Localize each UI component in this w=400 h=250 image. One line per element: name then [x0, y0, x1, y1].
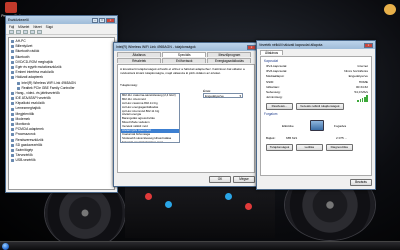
- device-category-icon: [17, 86, 20, 90]
- device-category-icon: [11, 71, 14, 75]
- tab-item[interactable]: Illesztőprogram: [207, 52, 252, 57]
- menu-file[interactable]: Fájl: [9, 25, 14, 29]
- device-category-icon: [11, 40, 14, 44]
- device-category-icon: [11, 66, 14, 70]
- device-category-icon: [11, 123, 14, 127]
- toolbar: [6, 29, 117, 35]
- device-category-icon: [17, 81, 20, 85]
- tree-item[interactable]: USB-vezérlők: [11, 158, 112, 163]
- close-dialog-button[interactable]: Bezárás: [350, 179, 372, 186]
- disable-button[interactable]: Letiltás: [295, 144, 323, 152]
- sent-label: Elküldve: [282, 124, 294, 129]
- start-button[interactable]: [2, 243, 9, 250]
- device-category-icon: [11, 149, 14, 153]
- taskbar: [0, 241, 400, 250]
- tab-item[interactable]: Erőforrások: [162, 58, 207, 63]
- menu-view[interactable]: Nézet: [33, 25, 41, 29]
- scan-hardware-icon[interactable]: [37, 29, 42, 34]
- activity-heading: Forgalom: [264, 112, 278, 117]
- signal-strength-icon: [357, 95, 368, 103]
- tab-strip: Általános Speciális Illesztőprogram Részlet…: [114, 51, 258, 63]
- device-tree[interactable]: AH-PC Billentyűzet Bluetooth rádiók Bluetoo…: [8, 37, 115, 190]
- received-label: Fogadva: [334, 124, 347, 129]
- wireless-status-window[interactable]: Vezeték nélküli hálózati kapcsolat állap…: [256, 40, 376, 190]
- property-list-item[interactable]: Fokozott energiatakarékos mód: [121, 140, 179, 142]
- close-button[interactable]: ×: [106, 17, 115, 23]
- gadget-icon: [384, 4, 396, 15]
- device-category-icon: [11, 50, 14, 54]
- tab-general[interactable]: Általános: [260, 50, 284, 55]
- device-category-icon: [11, 128, 14, 132]
- tab-item[interactable]: Energiagazdálkodás: [207, 58, 252, 63]
- forward-icon[interactable]: [16, 29, 21, 34]
- status-panel: Kapcsolat IPv4-kapcsolat: Internet IPv6-ka…: [260, 56, 372, 176]
- app-icon: [5, 2, 17, 13]
- bytes-label: Bájtok:: [266, 136, 276, 141]
- tab-description: A következő tulajdonságok érhetők el ehh…: [120, 67, 245, 75]
- device-category-icon: [11, 138, 14, 142]
- device-category-icon: [11, 91, 14, 95]
- device-category-icon: [11, 55, 14, 59]
- adapter-properties-dialog[interactable]: Intel(R) Wireless WiFi Link 4965AGN - tu…: [113, 42, 259, 187]
- tree-item-label: USB-vezérlők: [15, 158, 36, 163]
- property-label: Tulajdonság:: [120, 83, 138, 87]
- device-category-icon: [11, 60, 14, 64]
- received-bytes: 2 075 ...: [336, 136, 348, 141]
- device-category-icon: [11, 107, 14, 111]
- cancel-button[interactable]: Mégse: [233, 176, 255, 183]
- close-button[interactable]: ×: [247, 44, 256, 50]
- device-category-icon: [11, 159, 14, 163]
- sent-bytes: 685 621: [286, 136, 298, 141]
- details-button[interactable]: Részletek...: [266, 103, 293, 111]
- device-category-icon: [11, 45, 14, 49]
- properties-icon[interactable]: [23, 29, 28, 34]
- title-bar[interactable]: Vezeték nélküli hálózati kapcsolat állap…: [257, 41, 375, 49]
- tab-item[interactable]: Speciális: [162, 52, 207, 57]
- close-button[interactable]: ×: [364, 42, 373, 48]
- desktop-icon-gadget[interactable]: [380, 4, 400, 16]
- device-category-icon: [11, 117, 14, 121]
- menu-help[interactable]: Súgó: [46, 25, 53, 29]
- tab-item[interactable]: Általános: [117, 52, 162, 57]
- diagnose-button[interactable]: Diagnosztika: [325, 144, 353, 152]
- activity-section: Elküldve Fogadva Bájtok: 685 621 2 075 .…: [264, 118, 368, 144]
- device-category-icon: [11, 112, 14, 116]
- wireless-properties-button[interactable]: Vezeték nélküli tulajdonságok: [295, 103, 344, 111]
- device-category-icon: [11, 76, 14, 80]
- properties-button[interactable]: Tulajdonságok: [266, 144, 293, 152]
- menu-action[interactable]: Művelet: [18, 25, 29, 29]
- maximize-button[interactable]: □: [99, 17, 105, 23]
- signal-label: Jelminőség:: [266, 95, 283, 100]
- window-title: Vezeték nélküli hálózati kapcsolat állap…: [259, 43, 323, 47]
- advanced-tab-panel: A következő tulajdonságok érhetők el ehh…: [117, 64, 255, 173]
- device-manager-window[interactable]: Eszközkezelő – □ × Fájl Művelet Nézet Sú…: [5, 15, 118, 193]
- title-bar[interactable]: Intel(R) Wireless WiFi Link 4965AGN - tu…: [114, 43, 258, 51]
- device-category-icon: [11, 143, 14, 147]
- device-category-icon: [11, 133, 14, 137]
- title-bar[interactable]: Eszközkezelő – □ ×: [6, 16, 117, 24]
- signal-row: Jelminőség:: [264, 95, 368, 103]
- value-dropdown[interactable]: Engedélyezve: [203, 93, 243, 98]
- device-category-icon: [11, 97, 14, 101]
- tab-item[interactable]: Részletek: [117, 58, 162, 63]
- device-category-icon: [11, 154, 14, 158]
- property-list[interactable]: 802.11n csatorna-sávszélesség (2,4 GHz) 8…: [120, 93, 180, 143]
- device-category-icon: [11, 102, 14, 106]
- connection-heading: Kapcsolat: [264, 59, 278, 63]
- back-icon[interactable]: [9, 29, 14, 34]
- window-title: Eszközkezelő: [8, 18, 29, 22]
- minimize-button[interactable]: –: [92, 17, 98, 23]
- dialog-title: Intel(R) Wireless WiFi Link 4965AGN - tu…: [116, 45, 196, 49]
- ok-button[interactable]: OK: [209, 176, 231, 183]
- help-icon[interactable]: [30, 29, 35, 34]
- mixer-wallpaper: [125, 180, 275, 238]
- network-computer-icon: [310, 120, 324, 132]
